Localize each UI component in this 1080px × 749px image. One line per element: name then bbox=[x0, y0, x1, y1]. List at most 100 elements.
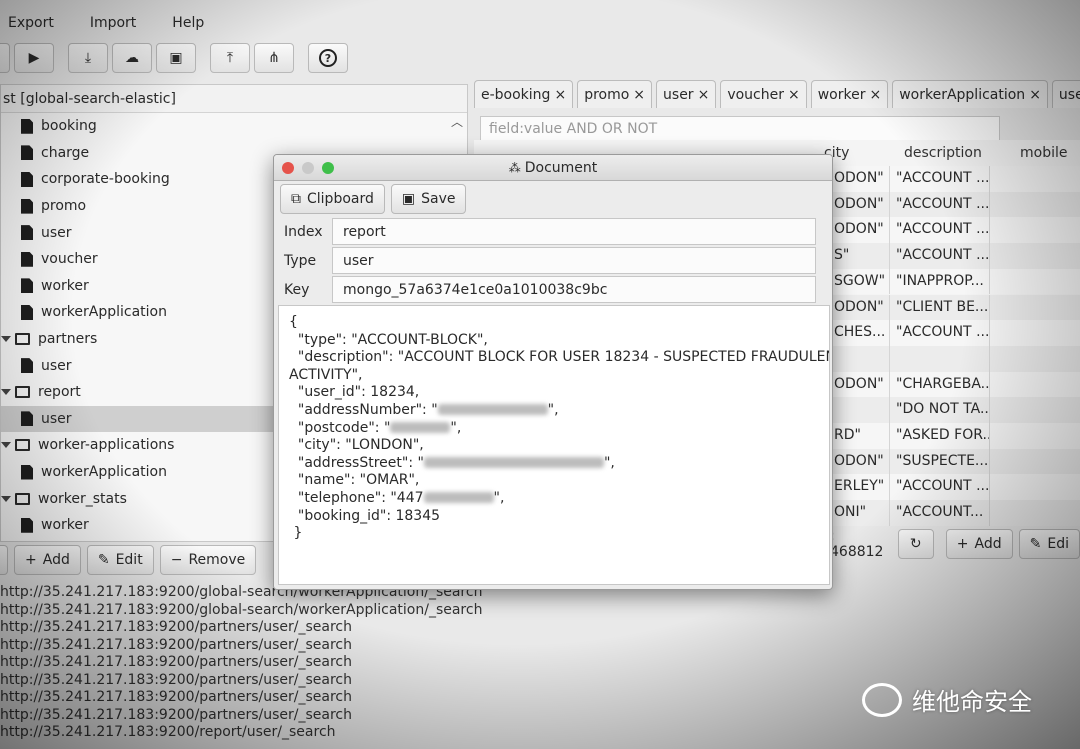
plus-icon: + bbox=[956, 536, 969, 552]
menubar: Export Import Help bbox=[0, 10, 1080, 36]
upload-button[interactable]: ⤒ bbox=[210, 43, 250, 73]
field-key: Key mongo_57a6374e1ce0a1010038c9bc bbox=[274, 275, 832, 304]
city-cell: RD" bbox=[828, 423, 890, 449]
help-icon: ? bbox=[319, 49, 337, 67]
upload-icon: ⤒ bbox=[226, 50, 234, 66]
tree-node-label: voucher bbox=[41, 251, 98, 268]
partial-button[interactable] bbox=[0, 43, 10, 73]
json-line: "description": "ACCOUNT BLOCK FOR USER 1… bbox=[289, 349, 829, 367]
play-button[interactable]: ▶ bbox=[14, 43, 54, 73]
description-cell: "INAPPROP... bbox=[890, 268, 990, 295]
tab[interactable]: user× bbox=[656, 80, 717, 108]
folder-icon bbox=[15, 333, 30, 346]
json-text: "addressNumber": " bbox=[289, 401, 438, 418]
edit-button[interactable]: ✎ Edit bbox=[86, 545, 154, 575]
tab-label: workerApplication bbox=[899, 86, 1026, 103]
json-line: "booking_id": 18345 bbox=[289, 508, 819, 526]
toolbar: ▶ ⤓ ☁ ▣ ⤒ ⋔ ? bbox=[0, 40, 1080, 76]
scroll-up-icon[interactable]: ︿ bbox=[451, 113, 463, 130]
menu-export[interactable]: Export bbox=[8, 15, 54, 31]
col-header-mobile[interactable]: mobile bbox=[1020, 140, 1067, 166]
dialog-titlebar[interactable]: ⁂ Document bbox=[274, 155, 832, 181]
tab[interactable]: user× bbox=[1051, 80, 1080, 108]
redacted-value bbox=[423, 457, 604, 469]
grid-edit-label: Edi bbox=[1047, 536, 1069, 552]
document-icon bbox=[21, 464, 33, 480]
index-field[interactable]: report bbox=[332, 218, 816, 245]
menu-help[interactable]: Help bbox=[172, 15, 204, 31]
request-log: http://35.241.217.183:9200/global-search… bbox=[0, 584, 820, 749]
expand-arrow-icon[interactable] bbox=[1, 336, 11, 343]
minimize-window-icon[interactable] bbox=[302, 162, 314, 174]
city-cell: ODON" bbox=[828, 294, 890, 321]
menu-import[interactable]: Import bbox=[90, 15, 136, 31]
close-window-icon[interactable] bbox=[282, 162, 294, 174]
help-button[interactable]: ? bbox=[308, 43, 348, 73]
pencil-icon: ✎ bbox=[97, 552, 110, 568]
close-tab-icon[interactable]: × bbox=[1029, 87, 1041, 103]
description-cell: "ACCOUNT ... bbox=[890, 243, 990, 269]
type-field[interactable]: user bbox=[332, 247, 816, 274]
json-line: "addressNumber": " ", bbox=[289, 402, 819, 420]
save-icon: ▣ bbox=[401, 191, 416, 207]
add-button[interactable]: + Add bbox=[14, 545, 81, 575]
zoom-window-icon[interactable] bbox=[322, 162, 334, 174]
expand-arrow-icon[interactable] bbox=[1, 389, 11, 396]
json-text: { bbox=[289, 314, 298, 330]
close-tab-icon[interactable]: × bbox=[788, 87, 800, 103]
description-cell: "ACCOUNT ... bbox=[890, 217, 990, 244]
close-tab-icon[interactable]: × bbox=[869, 87, 881, 103]
expand-arrow-icon[interactable] bbox=[1, 442, 11, 449]
cloud-download-button[interactable]: ☁ bbox=[112, 43, 152, 73]
save-button[interactable]: ▣ bbox=[156, 43, 196, 73]
doc-count: : 468812 bbox=[830, 528, 884, 560]
tree-node-label: user bbox=[41, 410, 72, 427]
tab[interactable]: voucher × bbox=[720, 80, 807, 108]
dialog-save-button[interactable]: ▣ Save bbox=[390, 184, 467, 214]
field-index: Index report bbox=[274, 217, 832, 246]
tab[interactable]: promo × bbox=[577, 80, 653, 108]
expand-arrow-icon[interactable] bbox=[1, 495, 11, 502]
json-text: "name": "OMAR", bbox=[289, 472, 420, 489]
clipboard-button[interactable]: ⧉ Clipboard bbox=[280, 184, 385, 214]
tab[interactable]: workerApplication × bbox=[892, 80, 1048, 108]
close-tab-icon[interactable]: × bbox=[554, 87, 566, 103]
query-input[interactable]: field:value AND OR NOT bbox=[480, 116, 1000, 142]
tab[interactable]: worker × bbox=[810, 80, 889, 108]
tab-label: user bbox=[663, 86, 694, 103]
json-line: ACTIVITY", bbox=[289, 367, 819, 385]
key-label: Key bbox=[284, 281, 310, 298]
partial-button[interactable] bbox=[0, 545, 8, 575]
remove-button[interactable]: − Remove bbox=[159, 545, 257, 575]
json-text: ", bbox=[493, 489, 505, 506]
tab[interactable]: e-booking × bbox=[474, 80, 574, 108]
grid-edit-button[interactable]: ✎ Edi bbox=[1018, 529, 1080, 559]
description-cell bbox=[890, 345, 990, 372]
json-editor[interactable]: { "type": "ACCOUNT-BLOCK", "description"… bbox=[278, 305, 830, 585]
download-button[interactable]: ⤓ bbox=[68, 43, 108, 73]
document-icon bbox=[21, 517, 33, 533]
document-icon bbox=[21, 145, 33, 161]
description-cell: "DO NOT TA... bbox=[890, 397, 990, 423]
key-field[interactable]: mongo_57a6374e1ce0a1010038c9bc bbox=[332, 276, 816, 303]
close-tab-icon[interactable]: × bbox=[633, 87, 645, 103]
document-icon bbox=[21, 251, 33, 267]
tree-node-label: corporate-booking bbox=[41, 171, 170, 188]
json-text: "telephone": "447 bbox=[289, 489, 424, 506]
grid-add-button[interactable]: + Add bbox=[945, 529, 1013, 559]
json-text: "city": "LONDON", bbox=[289, 437, 424, 454]
fork-button[interactable]: ⋔ bbox=[254, 43, 294, 73]
tab-label: e-booking bbox=[481, 86, 551, 103]
description-cell: "ASKED FOR... bbox=[890, 423, 990, 449]
tree-node-label: charge bbox=[41, 144, 90, 161]
col-header-description[interactable]: description bbox=[904, 140, 982, 166]
tree-header[interactable]: st [global-search-elastic] bbox=[1, 85, 467, 113]
description-cell: "ACCOUNT ... bbox=[890, 166, 990, 192]
tree-node[interactable]: booking bbox=[1, 113, 467, 140]
close-tab-icon[interactable]: × bbox=[698, 87, 710, 103]
index-label: Index bbox=[284, 223, 323, 240]
play-icon: ▶ bbox=[28, 50, 40, 66]
tree-node-label: booking bbox=[41, 118, 97, 135]
refresh-button[interactable]: ↻ bbox=[897, 529, 934, 559]
app-window: Export Import Help ▶ ⤓ ☁ ▣ ⤒ ⋔ ? st [glo… bbox=[0, 0, 1080, 749]
